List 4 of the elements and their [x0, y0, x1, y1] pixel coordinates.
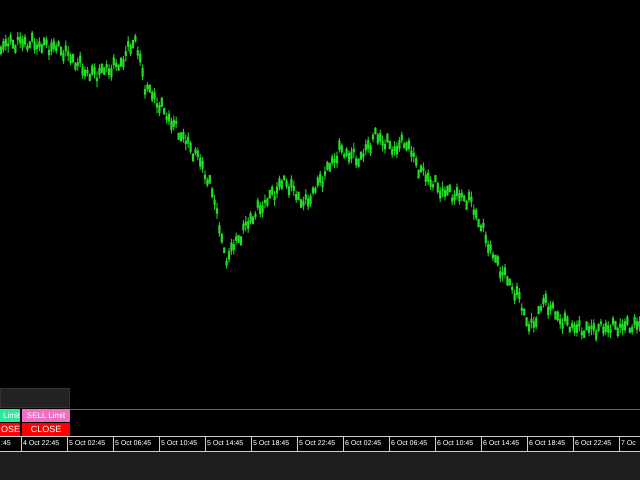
- close-button[interactable]: OSE: [0, 423, 20, 436]
- close-button[interactable]: CLOSE: [22, 423, 70, 436]
- limit-order-button[interactable]: SELL Limit: [22, 409, 70, 422]
- panel-background: [0, 388, 70, 408]
